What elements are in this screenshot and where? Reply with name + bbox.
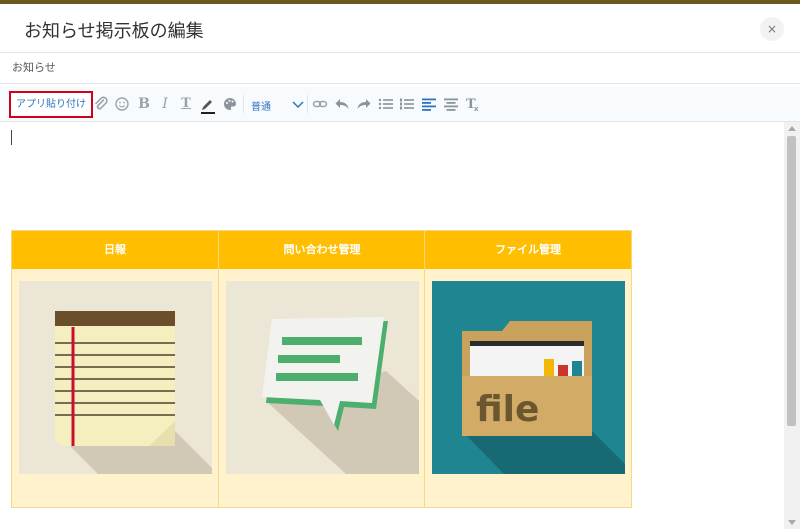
format-select[interactable]: 普通	[246, 96, 304, 115]
editor-content[interactable]: 日報 問い合わせ管理 ファイル管理 file	[0, 122, 784, 529]
app-table: 日報 問い合わせ管理 ファイル管理 file	[11, 230, 632, 508]
toolbar-divider	[307, 95, 308, 113]
numbered-list-icon[interactable]	[399, 96, 415, 112]
editor-scrollbar[interactable]	[784, 122, 800, 529]
redo-icon[interactable]	[356, 96, 372, 112]
bold-icon[interactable]: B	[136, 96, 152, 112]
align-left-icon[interactable]	[421, 96, 437, 112]
scrollbar-thumb[interactable]	[787, 136, 796, 426]
chevron-down-icon	[292, 96, 304, 115]
app-column-inquiry[interactable]: 問い合わせ管理	[218, 231, 425, 507]
speech-bubble-icon[interactable]	[226, 281, 419, 474]
highlight-icon[interactable]	[200, 96, 216, 114]
clear-format-icon[interactable]: Tx	[465, 96, 481, 112]
file-folder-icon[interactable]: file	[432, 281, 625, 474]
app-column-file-management[interactable]: ファイル管理 file	[424, 231, 631, 507]
notepad-icon[interactable]	[19, 281, 212, 474]
subject-row	[0, 53, 800, 84]
svg-text:x: x	[474, 105, 479, 112]
color-palette-icon[interactable]	[222, 96, 238, 112]
attachment-icon[interactable]	[93, 96, 109, 112]
link-icon[interactable]	[312, 96, 328, 112]
bullet-list-icon[interactable]	[378, 96, 394, 112]
dialog-header: お知らせ掲示板の編集 ×	[0, 4, 800, 53]
scroll-down-arrow-icon[interactable]	[788, 520, 796, 525]
emoji-icon[interactable]	[114, 96, 130, 112]
text-format-icon[interactable]: T	[178, 96, 194, 112]
text-cursor	[11, 130, 12, 145]
app-column-daily-report[interactable]: 日報	[12, 231, 218, 507]
app-column-title: ファイル管理	[425, 231, 631, 269]
align-center-icon[interactable]	[443, 96, 459, 112]
editor-toolbar: アプリ貼り付け B I T 普通 T x	[0, 87, 800, 122]
undo-icon[interactable]	[334, 96, 350, 112]
format-select-value: 普通	[251, 102, 271, 113]
scroll-up-arrow-icon[interactable]	[788, 126, 796, 131]
dialog-title: お知らせ掲示板の編集	[24, 21, 204, 42]
close-button[interactable]: ×	[760, 17, 784, 41]
app-paste-button[interactable]: アプリ貼り付け	[9, 91, 93, 118]
italic-icon[interactable]: I	[157, 96, 173, 112]
edit-dialog: お知らせ掲示板の編集 × アプリ貼り付け B I T 普通	[0, 4, 800, 529]
subject-input[interactable]	[10, 59, 774, 74]
app-column-title: 日報	[12, 231, 218, 269]
app-column-title: 問い合わせ管理	[219, 231, 425, 269]
toolbar-divider	[243, 95, 244, 113]
file-icon-label: file	[476, 389, 539, 430]
